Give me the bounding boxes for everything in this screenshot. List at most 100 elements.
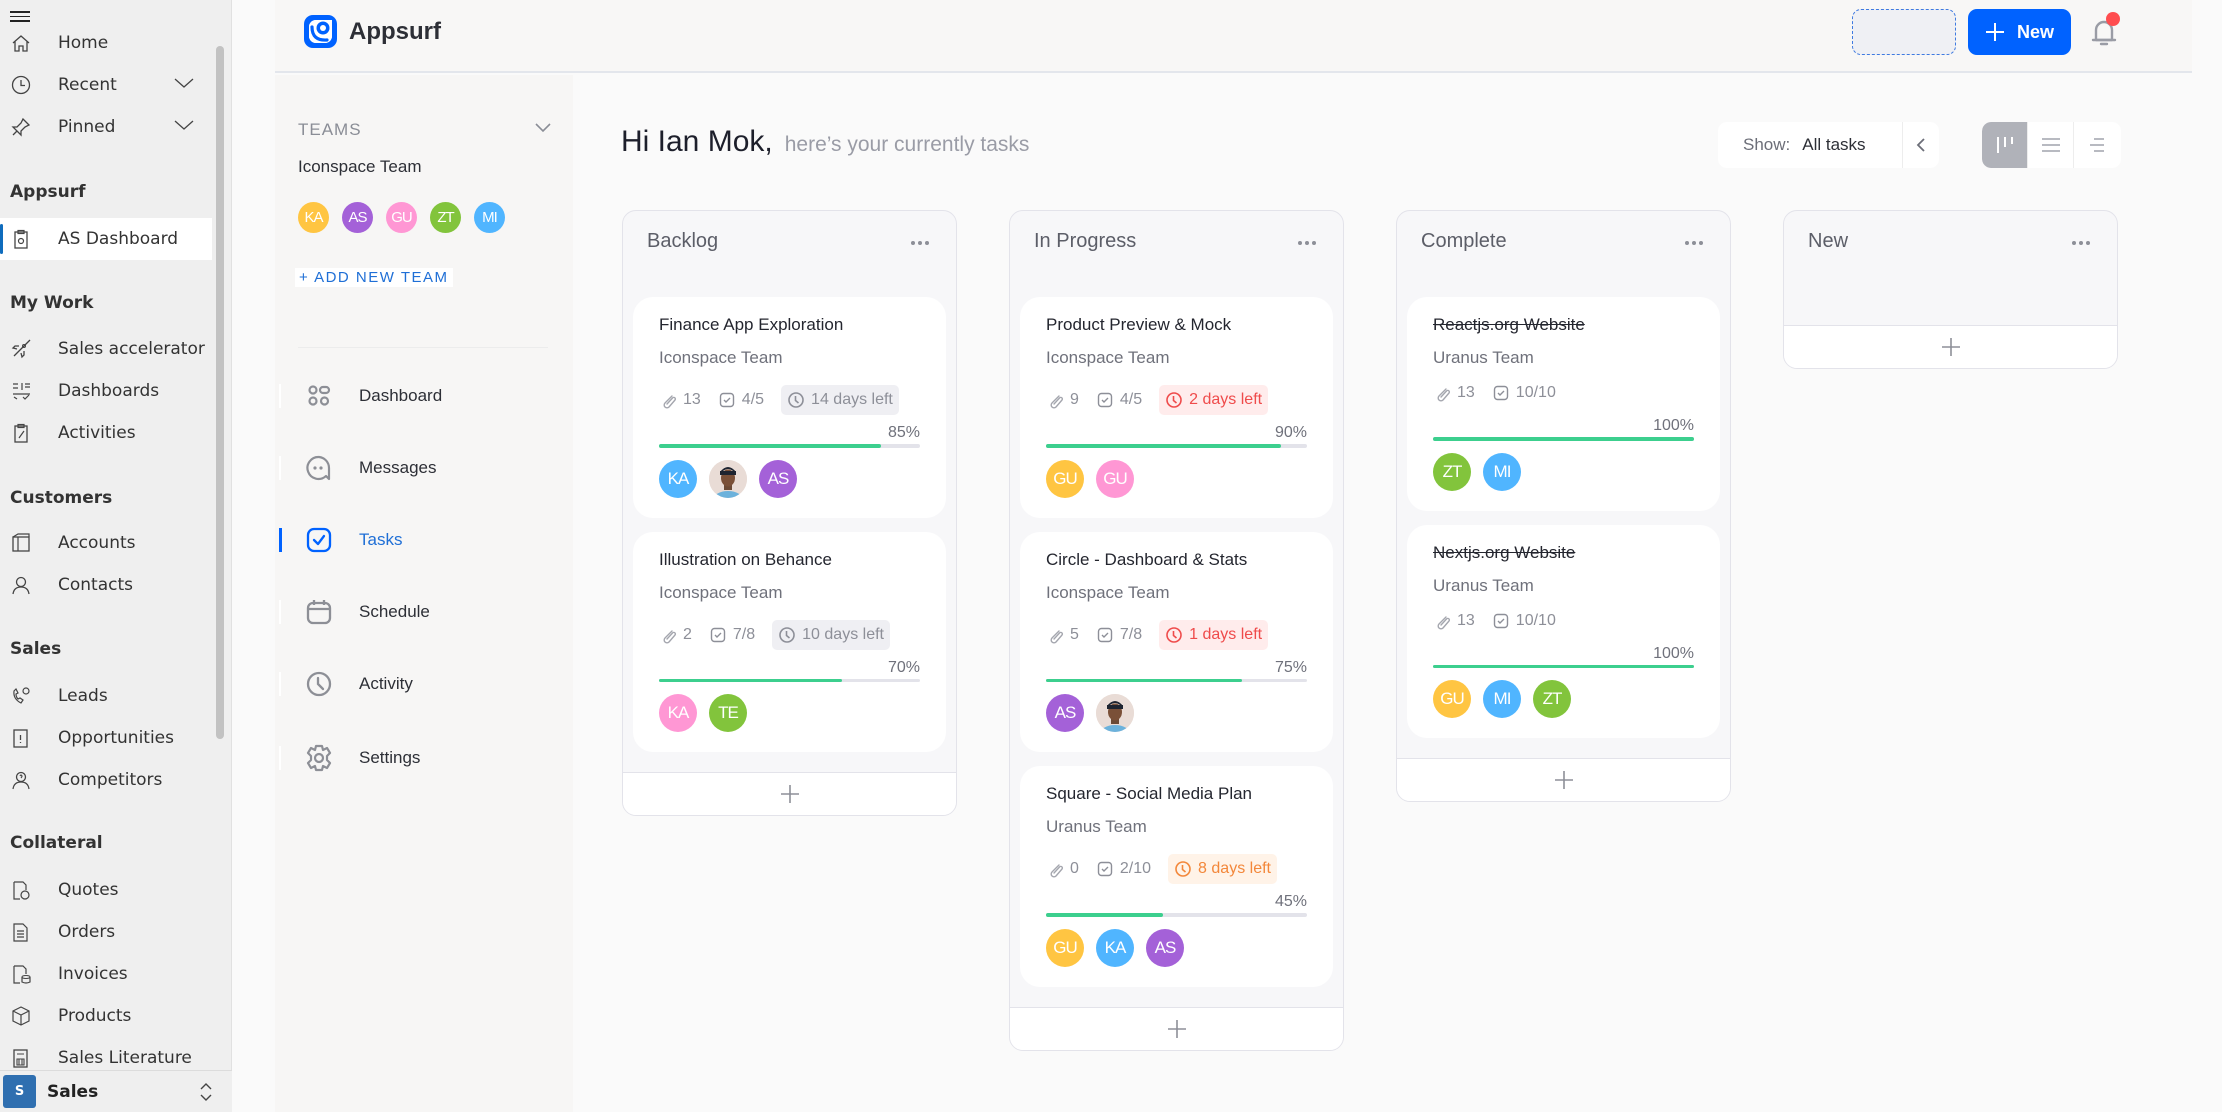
nav-item-as-dashboard[interactable]: AS Dashboard xyxy=(0,218,212,260)
task-title[interactable]: Finance App Exploration xyxy=(659,315,920,335)
avatar-photo[interactable] xyxy=(1096,694,1134,732)
task-title[interactable]: Reactjs.org Website xyxy=(1433,315,1694,335)
attachments-value: 13 xyxy=(1457,384,1475,401)
avatar[interactable]: GU xyxy=(386,202,417,233)
progress-bar xyxy=(659,678,920,682)
add-new-team-button[interactable]: + ADD NEW TEAM xyxy=(295,268,453,287)
nav-item-label: Leads xyxy=(58,686,108,706)
nav-item-competitors[interactable]: Competitors xyxy=(0,759,212,801)
task-title[interactable]: Product Preview & Mock xyxy=(1046,315,1307,335)
add-card-button[interactable] xyxy=(623,772,956,815)
task-team: Iconspace Team xyxy=(1046,348,1170,367)
board-view-button[interactable] xyxy=(1982,122,2028,168)
column-more-button[interactable] xyxy=(1684,233,1704,251)
brand-logo[interactable]: Appsurf xyxy=(303,14,441,49)
timeline-view-button[interactable] xyxy=(2074,122,2120,168)
avatar[interactable]: MI xyxy=(1483,452,1521,491)
avatar[interactable]: AS xyxy=(759,459,797,498)
task-assignees: AS xyxy=(1046,694,1307,732)
chevron-down-icon[interactable] xyxy=(535,123,551,133)
task-card[interactable]: Circle - Dashboard & Stats Iconspace Team… xyxy=(1020,531,1333,752)
avatar[interactable]: GU xyxy=(1096,459,1134,498)
avatar[interactable]: KA xyxy=(1096,928,1134,967)
task-card[interactable]: Finance App Exploration Iconspace Team 13 4… xyxy=(633,297,946,518)
avatar[interactable]: GU xyxy=(1046,928,1084,967)
task-card[interactable]: Square - Social Media Plan Uranus Team 0 2/… xyxy=(1020,766,1333,987)
column-more-button[interactable] xyxy=(2071,233,2091,251)
checklist-count: 10/10 xyxy=(1492,612,1556,630)
nav-item-contacts[interactable]: Contacts xyxy=(0,564,212,606)
task-card[interactable]: Reactjs.org Website Uranus Team 13 10/10 100… xyxy=(1407,297,1720,511)
avatar[interactable]: KA xyxy=(298,202,329,233)
show-filter[interactable]: Show: All tasks xyxy=(1718,122,1939,168)
task-title[interactable]: Square - Social Media Plan xyxy=(1046,784,1307,804)
avatar[interactable]: KA xyxy=(659,694,697,732)
avatar[interactable]: AS xyxy=(1146,928,1184,967)
teams-menu-dashboard[interactable]: Dashboard xyxy=(275,371,573,421)
nav-item-opportunities[interactable]: Opportunities xyxy=(0,717,212,759)
avatar[interactable]: KA xyxy=(659,459,697,498)
search-placeholder-box[interactable] xyxy=(1852,9,1956,55)
nav-item-products[interactable]: Products xyxy=(0,995,212,1037)
list-view-button[interactable] xyxy=(2028,122,2074,168)
nav-item-pinned[interactable]: Pinned xyxy=(0,106,212,148)
task-card[interactable]: Product Preview & Mock Iconspace Team 9 4/5… xyxy=(1020,297,1333,518)
progress-fill xyxy=(659,444,881,448)
add-card-button[interactable] xyxy=(1784,325,2117,368)
notifications-button[interactable] xyxy=(2090,12,2120,48)
teams-menu-activity[interactable]: Activity xyxy=(275,659,573,709)
avatar[interactable]: AS xyxy=(1046,694,1084,732)
checklist-count: 10/10 xyxy=(1492,384,1556,402)
nav-item-accounts[interactable]: Accounts xyxy=(0,522,212,564)
add-card-button[interactable] xyxy=(1010,1006,1343,1050)
task-meta: 13 10/10 xyxy=(1433,378,1694,408)
teams-menu-messages[interactable]: Messages xyxy=(275,443,573,493)
nav-item-leads[interactable]: Leads xyxy=(0,675,212,717)
avatar[interactable]: ZT xyxy=(1433,452,1471,491)
avatar[interactable]: ZT xyxy=(430,202,461,233)
column-more-button[interactable] xyxy=(1297,233,1317,251)
nav-item-dashboards[interactable]: Dashboards xyxy=(0,370,212,412)
avatar[interactable]: GU xyxy=(1046,459,1084,498)
chevron-down-icon[interactable] xyxy=(174,118,194,132)
card-list: Product Preview & Mock Iconspace Team 9 4/5… xyxy=(1010,281,1343,1007)
nav-item-recent[interactable]: Recent xyxy=(0,64,212,106)
add-card-button[interactable] xyxy=(1397,758,1730,801)
column-backlog: Backlog Finance App Exploration Iconspace … xyxy=(622,210,957,816)
column-more-button[interactable] xyxy=(910,233,930,251)
avatar[interactable]: ZT xyxy=(1533,680,1571,718)
avatar[interactable]: MI xyxy=(474,202,505,233)
avatar[interactable]: TE xyxy=(709,694,747,732)
orders-icon xyxy=(13,923,28,942)
teams-panel: TEAMS Iconspace Team KA AS GU ZT MI + ADD NE… xyxy=(275,75,573,1112)
nav-scrollbar[interactable] xyxy=(216,46,224,739)
avatar-photo[interactable] xyxy=(709,459,747,498)
teams-menu-schedule[interactable]: Schedule xyxy=(275,587,573,637)
chevron-down-icon[interactable] xyxy=(174,76,194,90)
checklist-count: 7/8 xyxy=(1096,626,1142,644)
task-card[interactable]: Illustration on Behance Iconspace Team 2 7/… xyxy=(633,531,946,752)
task-card[interactable]: Nextjs.org Website Uranus Team 13 10/10 100%… xyxy=(1407,524,1720,738)
nav-item-invoices[interactable]: Invoices xyxy=(0,953,212,995)
task-title[interactable]: Nextjs.org Website xyxy=(1433,543,1694,563)
teams-menu-tasks[interactable]: Tasks xyxy=(275,515,573,565)
show-filter-toggle[interactable] xyxy=(1902,122,1939,168)
clock-icon xyxy=(1175,861,1191,877)
nav-item-home[interactable]: Home xyxy=(0,22,212,64)
avatar[interactable]: GU xyxy=(1433,680,1471,718)
nav-group-title: My Work xyxy=(10,293,94,313)
nav-item-sales-accelerator[interactable]: Sales accelerator xyxy=(0,328,212,370)
avatar[interactable]: MI xyxy=(1483,680,1521,718)
task-title[interactable]: Illustration on Behance xyxy=(659,550,920,570)
nav-item-orders[interactable]: Orders xyxy=(0,911,212,953)
more-horizontal-icon xyxy=(2072,241,2090,245)
teams-menu-settings[interactable]: Settings xyxy=(275,733,573,783)
area-switcher[interactable]: S Sales xyxy=(0,1070,232,1112)
task-title[interactable]: Circle - Dashboard & Stats xyxy=(1046,550,1307,570)
nav-item-activities[interactable]: Activities xyxy=(0,412,212,454)
nav-item-quotes[interactable]: Quotes xyxy=(0,869,212,911)
avatar[interactable]: AS xyxy=(342,202,373,233)
team-name[interactable]: Iconspace Team xyxy=(298,157,421,177)
new-button[interactable]: New xyxy=(1968,9,2071,55)
rocket-icon-wrap xyxy=(10,338,32,360)
